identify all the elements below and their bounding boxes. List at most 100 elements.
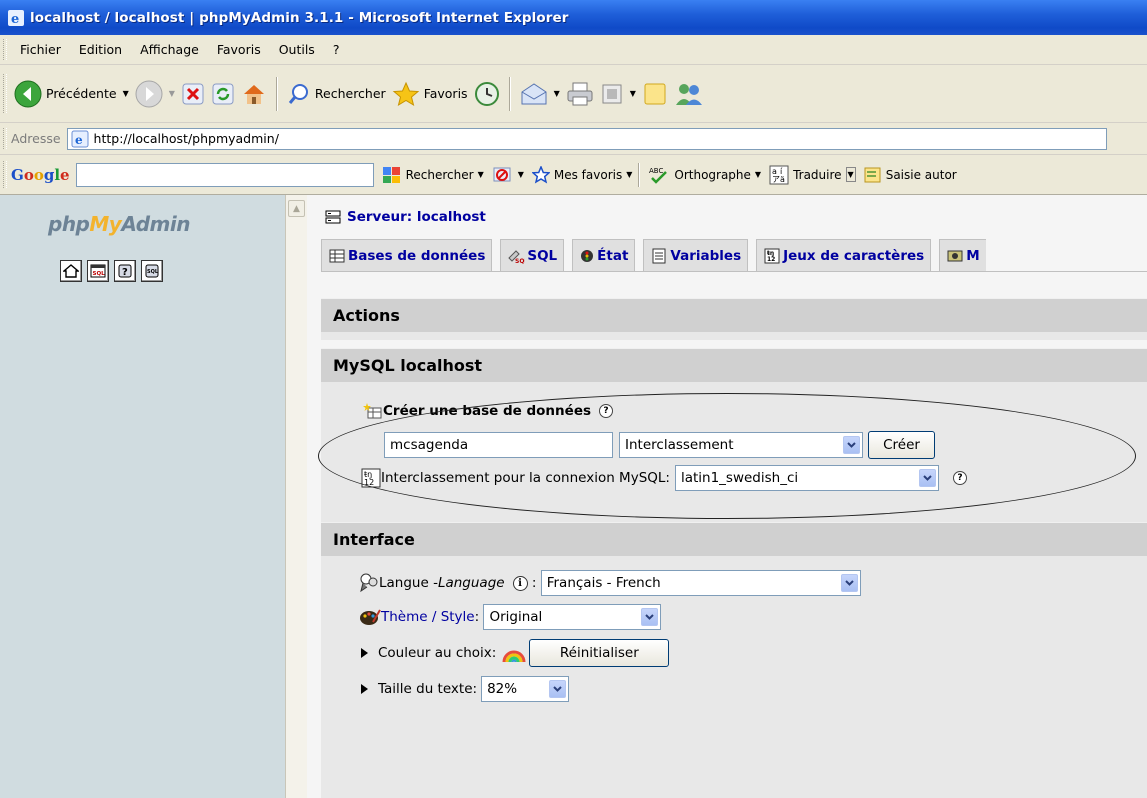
dropdown-arrow-icon[interactable]: ▼	[845, 167, 856, 182]
search-label: Rechercher	[314, 86, 386, 101]
search-button[interactable]: Rechercher	[284, 74, 389, 114]
chevron-down-icon[interactable]	[843, 436, 860, 454]
navigation-frame: phpMyAdmin SQL ? SQL	[0, 195, 285, 798]
expand-triangle-icon[interactable]	[361, 648, 368, 658]
star-icon	[392, 81, 419, 106]
dropdown-arrow-icon[interactable]: ▼	[169, 89, 175, 98]
spellcheck-button[interactable]: ABC Orthographe ▼	[648, 166, 761, 184]
window-title: localhost / localhost | phpMyAdmin 3.1.1…	[30, 9, 569, 26]
history-button[interactable]	[471, 74, 503, 114]
databases-icon	[329, 249, 345, 262]
fontsize-select[interactable]: 82%	[481, 676, 570, 702]
toolbar-separator	[275, 76, 278, 111]
theme-row: Thème / Style : Original	[359, 604, 662, 630]
menu-fichier[interactable]: Fichier	[11, 42, 70, 57]
expand-triangle-icon[interactable]	[361, 684, 368, 694]
sql-query-window-icon[interactable]: SQL	[87, 260, 109, 282]
server-breadcrumb[interactable]: Serveur: localhost	[325, 209, 486, 225]
dropdown-arrow-icon[interactable]: ▼	[626, 170, 632, 179]
svg-text:?: ?	[122, 267, 128, 278]
fontsize-row: Taille du texte: 82%	[361, 676, 570, 702]
tab-sql[interactable]: SQL SQL	[500, 239, 565, 271]
language-select[interactable]: Français - French	[540, 570, 861, 596]
engines-icon	[947, 250, 963, 261]
menu-edition[interactable]: Edition	[70, 42, 131, 57]
dropdown-arrow-icon[interactable]: ▼	[478, 170, 484, 179]
google-toolbar: Google Rechercher ▼ ▼ Mes favoris ▼ ABC …	[0, 155, 1147, 195]
google-search-button[interactable]: Rechercher ▼	[382, 166, 484, 184]
menu-bar: Fichier Edition Affichage Favoris Outils…	[0, 35, 1147, 65]
autofill-button[interactable]: Saisie autor	[864, 166, 957, 184]
dropdown-arrow-icon[interactable]: ▼	[518, 170, 524, 179]
address-label: Adresse	[11, 131, 61, 146]
favorites-button[interactable]: Favoris	[389, 74, 471, 114]
create-db-label: Créer une base de données	[383, 403, 592, 419]
google-favorites-button[interactable]: Mes favoris ▼	[531, 165, 632, 184]
chevron-down-icon[interactable]	[918, 469, 936, 487]
spellcheck-label: Orthographe	[674, 167, 751, 182]
tab-more[interactable]: M	[939, 239, 986, 271]
stop-button[interactable]	[178, 74, 208, 114]
print-button[interactable]	[563, 74, 597, 114]
back-button[interactable]: Précédente ▼	[11, 74, 132, 114]
theme-link[interactable]: Thème / Style	[381, 609, 475, 625]
interface-heading: Interface	[321, 522, 1147, 556]
info-icon[interactable]: i	[512, 575, 528, 591]
discuss-button[interactable]	[639, 74, 671, 114]
tab-charsets[interactable]: ŧŋ 12 Jeux de caractères	[756, 239, 932, 271]
scroll-up-arrow-icon[interactable]: ▲	[288, 200, 305, 217]
tab-databases[interactable]: Bases de données	[321, 239, 493, 271]
mail-icon	[521, 82, 547, 104]
create-button[interactable]: Créer	[868, 431, 935, 459]
tab-variables[interactable]: Variables	[643, 239, 749, 271]
toolbar-separator	[638, 162, 641, 187]
fontsize-label: Taille du texte:	[378, 681, 478, 697]
messenger-button[interactable]	[671, 74, 707, 114]
chevron-down-icon[interactable]	[641, 608, 659, 626]
address-bar: Adresse e http://localhost/phpmyadmin/	[0, 123, 1147, 155]
chevron-down-icon[interactable]	[549, 680, 567, 698]
popup-blocker-button[interactable]: ▼	[492, 166, 524, 184]
print-icon	[567, 82, 593, 105]
home-button[interactable]	[238, 74, 270, 114]
menu-outils[interactable]: Outils	[270, 42, 324, 57]
address-input[interactable]: e http://localhost/phpmyadmin/	[66, 127, 1107, 150]
toolbar-grip	[3, 73, 7, 114]
menu-affichage[interactable]: Affichage	[131, 42, 208, 57]
translate-button[interactable]: a í ア ä Traduire ▼	[769, 165, 856, 185]
tab-status[interactable]: État	[572, 239, 636, 271]
dropdown-arrow-icon[interactable]: ▼	[755, 170, 761, 179]
connection-collation-select[interactable]: latin1_swedish_ci	[674, 465, 939, 491]
menu-favoris[interactable]: Favoris	[208, 42, 270, 57]
conn-collation-row: ŧŋ 12 Interclassement pour la connexion M…	[361, 465, 967, 491]
connection-collation-value: latin1_swedish_ci	[680, 470, 799, 486]
dropdown-arrow-icon[interactable]: ▼	[554, 89, 560, 98]
home-icon[interactable]	[60, 260, 82, 282]
help-icon[interactable]: ?	[952, 471, 967, 485]
sql-docs-icon[interactable]: SQL	[141, 260, 163, 282]
rainbow-icon[interactable]	[502, 643, 526, 663]
dropdown-arrow-icon[interactable]: ▼	[123, 89, 129, 98]
edit-button[interactable]: ▼	[597, 74, 639, 114]
theme-select[interactable]: Original	[483, 604, 662, 630]
chevron-down-icon[interactable]	[840, 574, 858, 592]
collation-select[interactable]: Interclassement	[619, 432, 863, 458]
documentation-icon[interactable]: ?	[114, 260, 136, 282]
mail-button[interactable]: ▼	[517, 74, 563, 114]
help-icon[interactable]: ?	[599, 404, 614, 418]
svg-text:e: e	[75, 133, 83, 147]
google-search-input[interactable]	[75, 162, 374, 187]
refresh-button[interactable]	[208, 74, 238, 114]
phpmyadmin-logo[interactable]: phpMyAdmin	[48, 212, 248, 236]
menu-help[interactable]: ?	[324, 42, 349, 57]
actions-section: Actions	[321, 298, 1147, 340]
spellcheck-icon: ABC	[649, 167, 668, 184]
dropdown-arrow-icon[interactable]: ▼	[630, 89, 636, 98]
theme-select-value: Original	[489, 609, 543, 625]
database-name-input[interactable]: mcsagenda	[384, 432, 613, 458]
reset-color-button[interactable]: Réinitialiser	[529, 639, 670, 667]
frame-divider[interactable]: ▲	[285, 195, 307, 798]
toolbar-grip	[3, 39, 7, 60]
interface-section: Interface Langue - Language i : Français…	[321, 522, 1147, 798]
forward-button[interactable]: ▼	[132, 74, 178, 114]
